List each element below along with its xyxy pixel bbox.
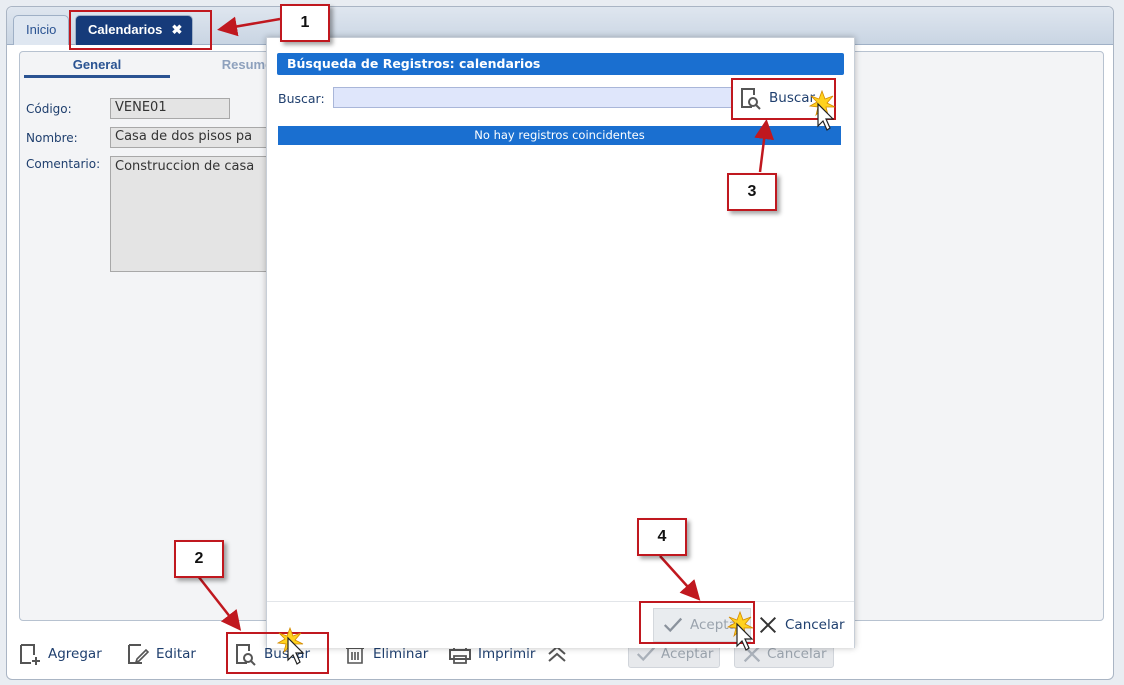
nombre-label: Nombre:	[26, 131, 78, 145]
close-x-icon	[757, 614, 779, 636]
callout-2: 2	[174, 540, 224, 578]
codigo-label: Código:	[26, 102, 72, 116]
add-icon	[18, 642, 42, 666]
callout-4: 4	[637, 518, 687, 556]
editar-label: Editar	[156, 646, 196, 662]
comentario-label: Comentario:	[26, 157, 101, 171]
search-label: Buscar:	[278, 91, 325, 106]
comentario-field[interactable]: Construccion de casa	[110, 156, 280, 272]
agregar-button[interactable]: Agregar	[18, 638, 102, 670]
callout-3: 3	[727, 173, 777, 211]
tab-inicio-label: Inicio	[26, 22, 57, 37]
nombre-field[interactable]: Casa de dos pisos pa	[110, 127, 280, 148]
tab-inicio[interactable]: Inicio	[13, 15, 70, 45]
highlight-box-3	[731, 78, 836, 120]
dialog-cancelar-button[interactable]: Cancelar	[757, 608, 845, 642]
highlight-box-2	[226, 632, 329, 674]
search-dialog: Búsqueda de Registros: calendarios Busca…	[266, 37, 855, 648]
editar-button[interactable]: Editar	[126, 638, 196, 670]
search-input[interactable]	[333, 87, 733, 108]
no-results-row: No hay registros coincidentes	[278, 126, 841, 145]
agregar-label: Agregar	[48, 646, 102, 662]
highlight-box-1	[69, 10, 212, 50]
edit-icon	[126, 642, 150, 666]
eliminar-label: Eliminar	[373, 646, 429, 662]
dialog-cancelar-label: Cancelar	[785, 617, 845, 633]
highlight-box-4	[639, 601, 755, 644]
callout-1: 1	[280, 4, 330, 42]
codigo-field[interactable]: VENE01	[110, 98, 230, 119]
subtab-general[interactable]: General	[24, 56, 170, 78]
imprimir-label: Imprimir	[478, 646, 536, 662]
dialog-title: Búsqueda de Registros: calendarios	[277, 53, 844, 75]
aceptar-label: Aceptar	[661, 646, 714, 662]
cancelar-label: Cancelar	[767, 646, 827, 662]
